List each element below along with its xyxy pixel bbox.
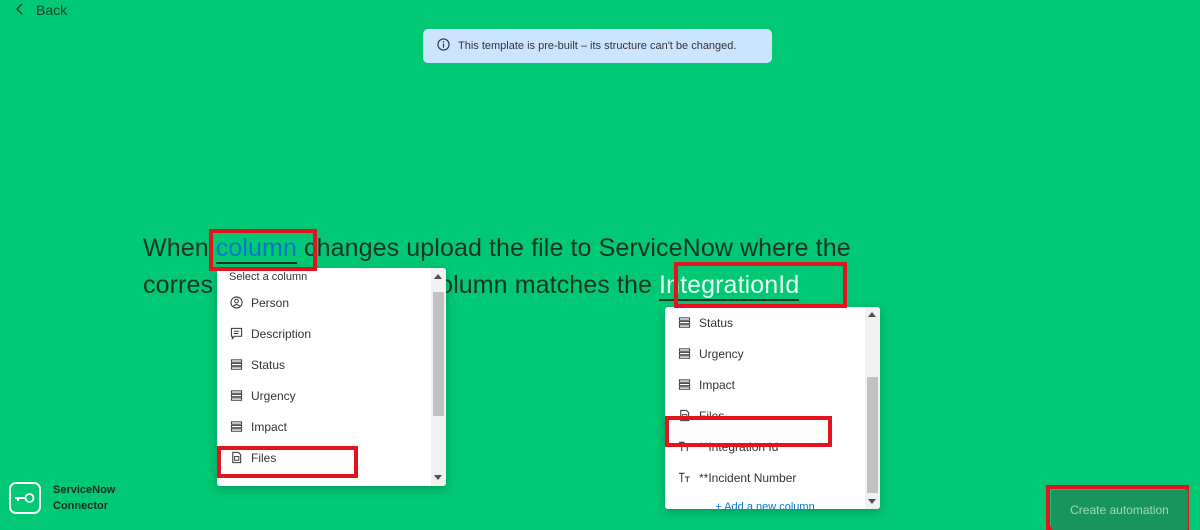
dropdown-item-files[interactable]: Files — [665, 400, 880, 431]
dropdown-item-impact[interactable]: Impact — [665, 369, 880, 400]
info-banner-text: This template is pre-built – its structu… — [458, 40, 737, 52]
back-button[interactable]: Back — [14, 0, 67, 20]
dropdown-item-urgency[interactable]: Urgency — [217, 380, 446, 411]
field-dropdown[interactable]: Status Urgency Impact Files **Integration Id… — [665, 307, 880, 509]
brand-line-2: Connector — [53, 500, 108, 512]
dropdown-item-label: Urgency — [251, 388, 296, 403]
add-new-column-link[interactable]: + Add a new column — [665, 493, 880, 509]
dropdown-item-label: Description — [251, 326, 312, 341]
sentence-part: olumn matches the — [439, 271, 660, 299]
dropdown-item-label: **Integration Id — [699, 439, 779, 454]
text-icon — [677, 471, 691, 485]
scrollbar-thumb[interactable] — [867, 377, 878, 493]
dropdown-header: Select a column — [229, 271, 308, 283]
dropdown-item-status[interactable]: Status — [217, 349, 446, 380]
dropdown-item-files[interactable]: Files — [217, 442, 446, 473]
dropdown-item-description[interactable]: Description — [217, 318, 446, 349]
brand-line-1: ServiceNow — [53, 484, 116, 496]
column-placeholder[interactable]: column — [215, 234, 297, 264]
create-automation-button[interactable]: Create automation — [1051, 490, 1188, 530]
integration-id-placeholder[interactable]: IntegrationId — [659, 271, 800, 301]
dropdown-item-label: Person — [251, 295, 290, 310]
info-icon — [437, 38, 450, 54]
back-label: Back — [36, 2, 68, 18]
chevron-left-icon — [14, 2, 26, 18]
dropdown-item-urgency[interactable]: Urgency — [665, 338, 880, 369]
sentence-part: corres — [143, 271, 214, 299]
scroll-up-icon[interactable] — [434, 274, 442, 279]
dropdown-scrollbar[interactable] — [431, 268, 446, 486]
status-icon — [677, 347, 691, 361]
dropdown-item-label: Status — [699, 315, 734, 330]
text-icon — [677, 440, 691, 454]
servicenow-logo-icon — [9, 482, 41, 514]
dropdown-item-person[interactable]: Person — [217, 287, 446, 318]
sentence-part: changes upload the file to ServiceNow wh… — [296, 234, 851, 262]
dropdown-item-label: Impact — [251, 419, 288, 434]
description-icon — [229, 327, 243, 341]
sentence-part: When — [143, 234, 216, 262]
dropdown-item-integration-id[interactable]: **Integration Id — [665, 431, 880, 462]
dropdown-item-label: Status — [251, 357, 286, 372]
scroll-up-icon[interactable] — [868, 312, 876, 317]
file-icon — [677, 409, 691, 423]
status-icon — [677, 378, 691, 392]
dropdown-item-label: Impact — [699, 377, 736, 392]
dropdown-item-label: Files — [699, 408, 725, 423]
column-dropdown[interactable]: Select a column Person Description Status U… — [217, 268, 446, 486]
scrollbar-thumb[interactable] — [433, 292, 444, 416]
scroll-down-icon[interactable] — [868, 499, 876, 504]
status-icon — [229, 389, 243, 403]
status-icon — [229, 358, 243, 372]
dropdown-scrollbar[interactable] — [865, 307, 880, 509]
dropdown-item-status[interactable]: Status — [665, 307, 880, 338]
file-icon — [229, 451, 243, 465]
status-icon — [229, 420, 243, 434]
connector-brand: ServiceNow Connector — [9, 482, 115, 514]
dropdown-item-label: Files — [251, 450, 277, 465]
scroll-down-icon[interactable] — [434, 475, 442, 480]
dropdown-item-incident-number[interactable]: **Incident Number — [665, 462, 880, 493]
dropdown-item-label: **Incident Number — [699, 470, 797, 485]
info-banner: This template is pre-built – its structu… — [423, 29, 772, 63]
status-icon — [677, 316, 691, 330]
dropdown-item-label: Urgency — [699, 346, 744, 361]
person-icon — [229, 296, 243, 310]
dropdown-item-impact[interactable]: Impact — [217, 411, 446, 442]
